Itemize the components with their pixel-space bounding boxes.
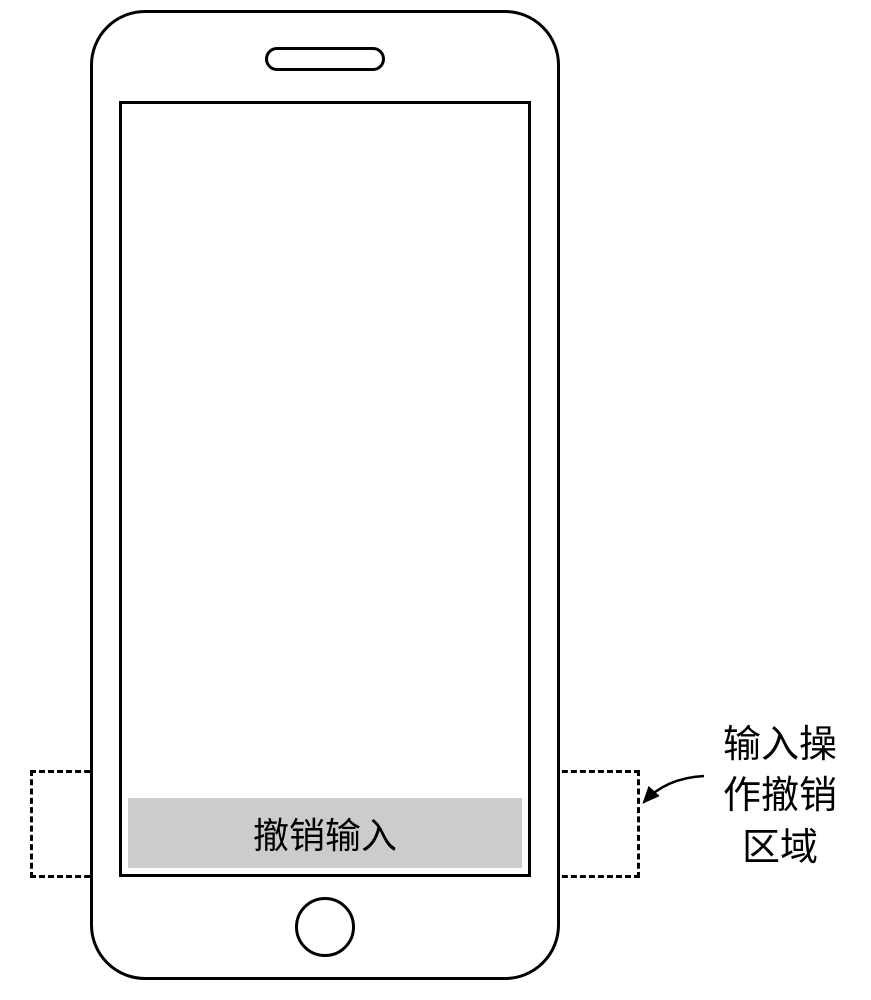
undo-input-label: 撤销输入 (253, 807, 397, 859)
annotation-text: 输入操 作撤销 区域 (700, 720, 860, 874)
home-button[interactable] (295, 897, 355, 957)
annotation-line: 区域 (700, 823, 860, 874)
phone-speaker (265, 47, 385, 71)
phone-screen: 撤销输入 (119, 101, 531, 877)
phone-frame: 撤销输入 (90, 10, 560, 980)
annotation-line: 输入操 (700, 720, 860, 771)
annotation-line: 作撤销 (700, 771, 860, 822)
annotation-arrow (636, 772, 706, 812)
undo-input-bar[interactable]: 撤销输入 (128, 798, 522, 868)
